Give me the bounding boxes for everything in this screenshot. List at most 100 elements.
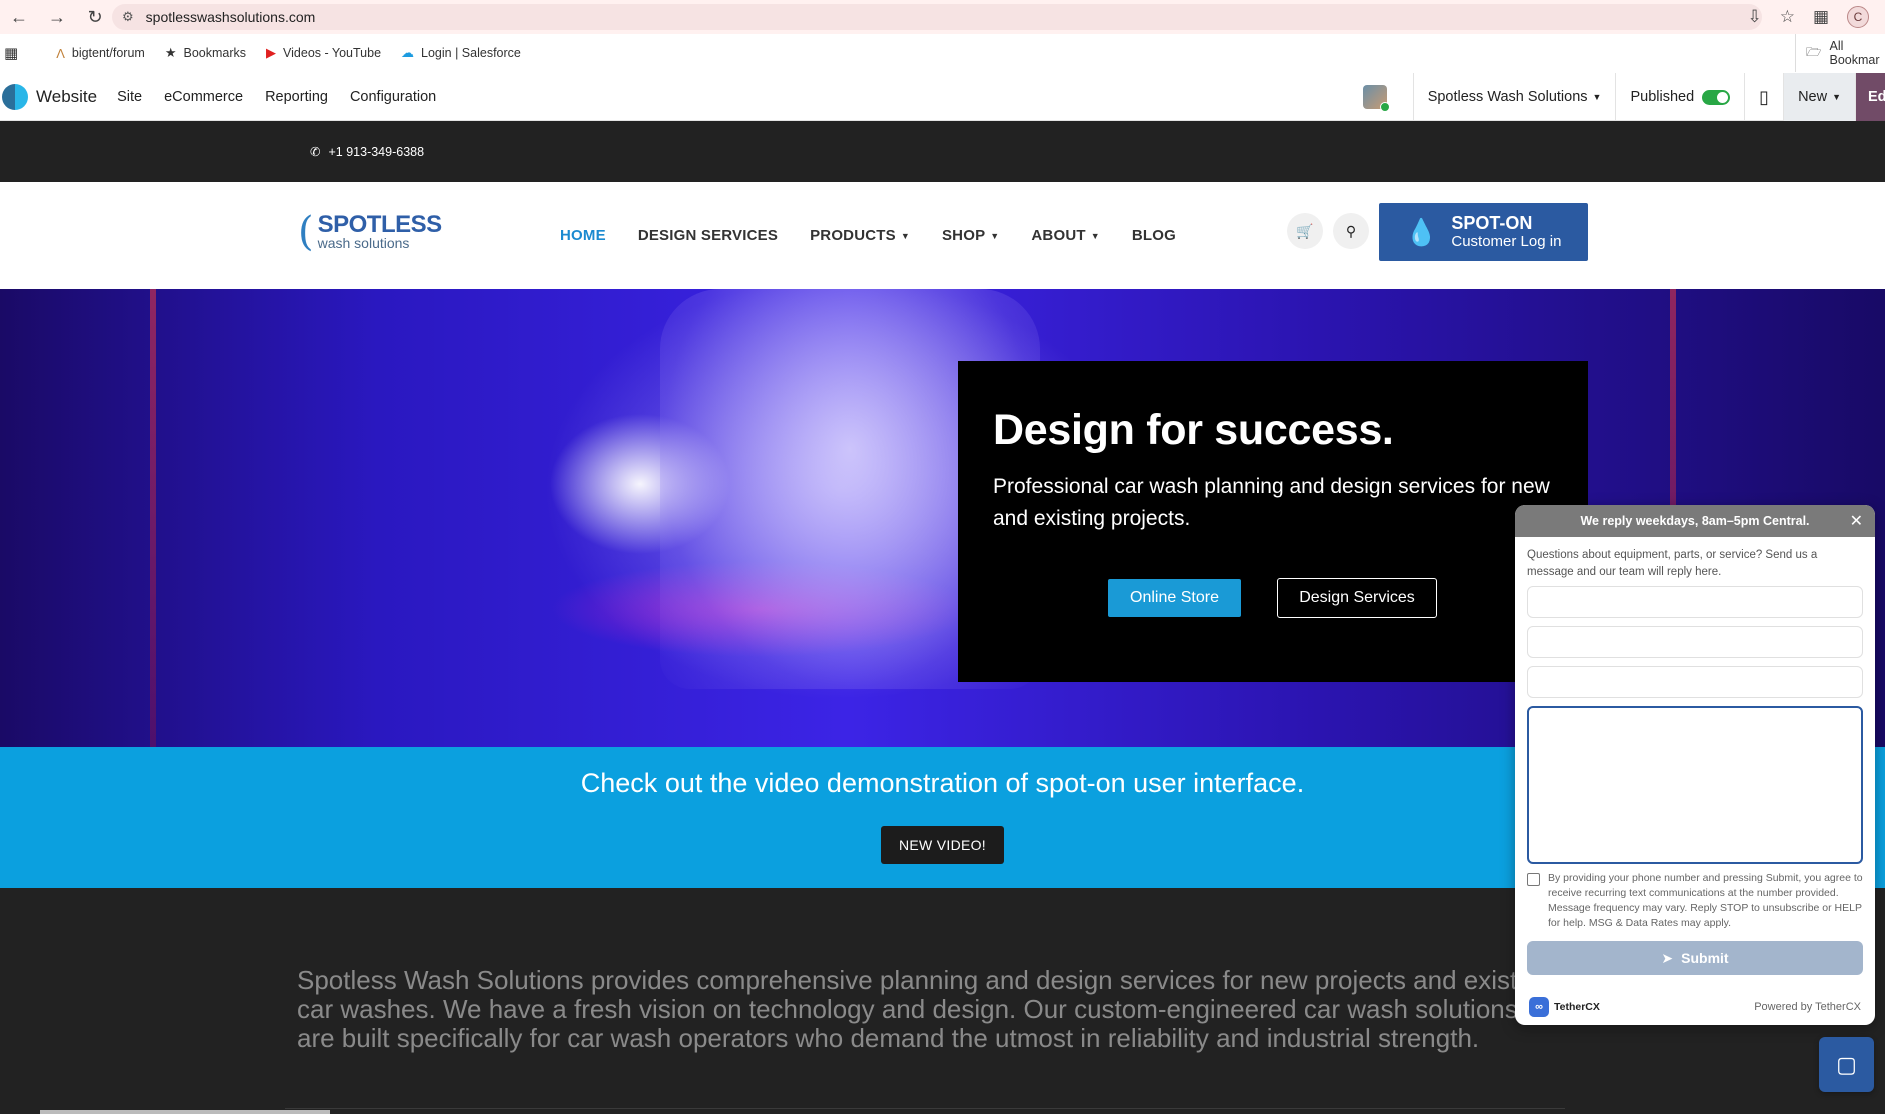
published-label: Published: [1630, 89, 1695, 105]
main-nav: HOME DESIGN SERVICES PRODUCTS ▼ SHOP ▼ ABO…: [560, 182, 1176, 289]
close-icon[interactable]: ✕: [1850, 511, 1863, 531]
bookmark-item[interactable]: ★ Bookmarks: [165, 45, 246, 61]
brand-top: SPOTLESS: [317, 211, 443, 238]
chat-name-field[interactable]: [1527, 586, 1863, 618]
divider: [285, 1108, 1565, 1109]
chat-bubble-icon: ▢: [1836, 1051, 1857, 1077]
nav-label: DESIGN SERVICES: [637, 227, 779, 244]
online-store-button[interactable]: Online Store: [1108, 579, 1241, 617]
star-icon: ★: [164, 45, 177, 60]
water-drop-icon: 💧: [1405, 216, 1438, 247]
phone-link[interactable]: ✆ +1 913-349-6388: [310, 144, 425, 160]
brand-bottom: wash solutions: [317, 235, 410, 251]
profile-avatar[interactable]: C: [1847, 6, 1869, 28]
mobile-icon: ▯: [1759, 86, 1770, 107]
site-header: ‍( SPOTLESS wash solutions HOME DESIGN S…: [0, 182, 1885, 289]
nav-label: PRODUCTS: [810, 227, 896, 244]
bookmark-label: Videos - YouTube: [283, 46, 382, 60]
all-bookmarks[interactable]: 🗁 All Bookmar: [1795, 34, 1885, 72]
salesforce-icon: ☁: [401, 45, 415, 60]
bigtent-icon: Λ: [56, 45, 65, 61]
all-bookmarks-label: All Bookmar: [1829, 39, 1880, 67]
caret-down-icon: ▼: [990, 231, 1000, 242]
cart-icon[interactable]: 🛒: [1287, 213, 1323, 249]
bookmark-item[interactable]: ▶ Videos - YouTube: [266, 45, 381, 61]
nav-label: BLOG: [1131, 227, 1176, 244]
consent-row: By providing your phone number and press…: [1527, 871, 1863, 931]
forward-icon[interactable]: →: [38, 0, 76, 34]
powered-by: Powered by TetherCX: [1754, 1001, 1861, 1013]
hero-subtext: Professional car wash planning and desig…: [993, 475, 1550, 530]
phone-number: +1 913-349-6388: [328, 144, 425, 159]
search-icon[interactable]: ⚲: [1333, 213, 1369, 249]
chat-header: We reply weekdays, 8am–5pm Central. ✕: [1515, 505, 1875, 537]
site-logo[interactable]: ‍( SPOTLESS wash solutions: [298, 212, 442, 252]
chat-submit-button[interactable]: ➤ Submit: [1527, 941, 1863, 975]
nav-products[interactable]: PRODUCTS ▼: [810, 227, 910, 244]
menu-configuration[interactable]: Configuration: [350, 89, 436, 105]
chat-header-text: We reply weekdays, 8am–5pm Central.: [1580, 514, 1810, 528]
bookmarks-bar: ▦ Λ bigtent/forum ★ Bookmarks ▶ Videos -…: [0, 34, 1885, 72]
top-contact-bar: ✆ +1 913-349-6388: [0, 121, 1885, 182]
nav-label: ABOUT: [1031, 227, 1086, 244]
company-name: Spotless Wash Solutions: [1427, 89, 1588, 105]
chat-message-textarea[interactable]: [1527, 706, 1863, 864]
nav-shop[interactable]: SHOP ▼: [942, 227, 999, 244]
about-paragraph: Spotless Wash Solutions provides compreh…: [297, 965, 1552, 1053]
horizontal-scrollbar[interactable]: [40, 1110, 330, 1114]
nav-blog[interactable]: BLOG: [1132, 227, 1176, 244]
phone-icon: ✆: [310, 145, 321, 159]
star-bookmark-icon[interactable]: ☆: [1780, 7, 1795, 27]
website-app-logo[interactable]: Website: [0, 83, 98, 110]
bookmark-label: bigtent/forum: [71, 46, 145, 60]
nav-about[interactable]: ABOUT ▼: [1031, 227, 1099, 244]
consent-checkbox[interactable]: [1527, 873, 1540, 886]
youtube-icon: ▶: [266, 45, 277, 60]
site-info-icon[interactable]: ⚙: [122, 9, 134, 25]
company-switcher[interactable]: Spotless Wash Solutions ▼: [1412, 73, 1616, 121]
tethercx-brand: TetherCX: [1554, 1001, 1600, 1013]
install-icon[interactable]: ⇩: [1747, 7, 1761, 27]
nav-label: HOME: [560, 227, 606, 244]
app-title: Website: [36, 86, 98, 106]
bookmark-label: Login | Salesforce: [421, 46, 521, 60]
toggle-switch[interactable]: [1702, 89, 1731, 105]
hero-heading: Design for success.: [993, 406, 1394, 454]
chat-phone-field[interactable]: [1527, 626, 1863, 658]
new-label: New: [1798, 89, 1828, 105]
chat-widget: We reply weekdays, 8am–5pm Central. ✕ Qu…: [1515, 505, 1875, 1025]
menu-reporting[interactable]: Reporting: [265, 89, 328, 105]
website-logo-icon: [2, 83, 28, 110]
nav-label: SHOP: [941, 227, 986, 244]
new-video-button[interactable]: NEW VIDEO!: [881, 826, 1004, 864]
back-icon[interactable]: ←: [0, 0, 38, 34]
menu-site[interactable]: Site: [117, 89, 142, 105]
chat-email-field[interactable]: [1527, 666, 1863, 698]
apps-icon[interactable]: ▦: [4, 44, 18, 62]
edit-button[interactable]: Ed: [1855, 73, 1885, 121]
reload-icon[interactable]: ↻: [76, 0, 114, 34]
browser-toolbar: ← → ↻ ⚙ spotlesswashsolutions.com ⇩ ☆ ▦ …: [0, 0, 1885, 34]
mobile-preview-button[interactable]: ▯: [1744, 73, 1783, 121]
address-bar[interactable]: ⚙ spotlesswashsolutions.com: [112, 4, 1762, 30]
hero-card: Design for success. Professional car was…: [958, 361, 1588, 682]
caret-down-icon: ▼: [1832, 92, 1841, 102]
new-button[interactable]: New ▼: [1783, 73, 1855, 121]
nav-design-services[interactable]: DESIGN SERVICES: [638, 227, 778, 244]
url-text: spotlesswashsolutions.com: [145, 9, 316, 25]
website-editor-bar: Website Site eCommerce Reporting Configu…: [0, 73, 1885, 121]
bookmark-item[interactable]: Λ bigtent/forum: [56, 46, 145, 61]
nav-home[interactable]: HOME: [560, 227, 606, 244]
extensions-icon[interactable]: ▦: [1813, 7, 1829, 27]
spoton-login-button[interactable]: 💧 SPOT-ON Customer Log in: [1379, 203, 1588, 261]
bookmark-item[interactable]: ☁ Login | Salesforce: [401, 45, 521, 61]
design-services-button[interactable]: Design Services: [1277, 578, 1437, 618]
user-avatar[interactable]: [1362, 85, 1390, 112]
chat-launcher-button[interactable]: ▢: [1819, 1037, 1874, 1092]
editor-bar-right: Spotless Wash Solutions ▼ Published ▯ Ne…: [1362, 73, 1885, 121]
menu-ecommerce[interactable]: eCommerce: [164, 89, 243, 105]
consent-text: By providing your phone number and press…: [1548, 872, 1863, 929]
caret-down-icon: ▼: [1592, 92, 1602, 102]
caret-down-icon: ▼: [1090, 231, 1100, 242]
published-toggle[interactable]: Published: [1615, 73, 1744, 121]
